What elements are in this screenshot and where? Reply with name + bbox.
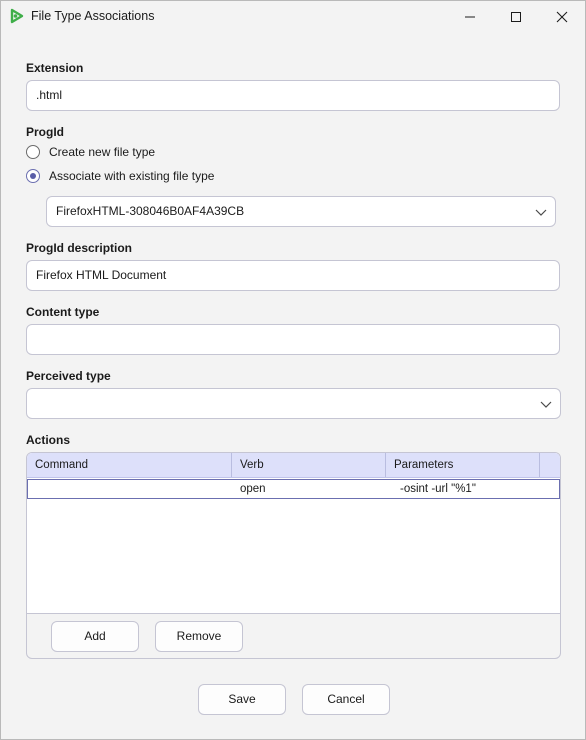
dialog-window: File Type Associations Extension .html P…	[0, 0, 586, 740]
window-title: File Type Associations	[31, 9, 155, 23]
close-button[interactable]	[539, 1, 585, 32]
minimize-icon	[465, 16, 475, 17]
radio-button-unchecked[interactable]	[26, 145, 40, 159]
actions-grid-header: Command Verb Parameters	[27, 453, 560, 478]
extension-label: Extension	[26, 61, 84, 75]
perceived-type-label: Perceived type	[26, 369, 111, 383]
cancel-button[interactable]: Cancel	[302, 684, 390, 715]
remove-action-button[interactable]: Remove	[155, 621, 243, 652]
actions-grid[interactable]: Command Verb Parameters open -osint -url…	[27, 453, 560, 614]
column-header-command[interactable]: Command	[27, 453, 232, 477]
chevron-down-icon	[535, 209, 547, 216]
cell-command	[36, 480, 226, 498]
maximize-icon	[511, 11, 521, 22]
add-action-button[interactable]: Add	[51, 621, 139, 652]
extension-input[interactable]: .html	[26, 80, 560, 111]
chevron-down-icon	[540, 401, 552, 408]
cell-parameters: -osint -url "%1"	[400, 483, 476, 495]
title-bar[interactable]: File Type Associations	[1, 1, 585, 32]
progid-label: ProgId	[26, 125, 64, 139]
radio-create-new-file-type[interactable]: Create new file type	[26, 143, 155, 161]
actions-panel: Command Verb Parameters open -osint -url…	[26, 452, 561, 659]
radio-associate-existing-file-type[interactable]: Associate with existing file type	[26, 167, 214, 185]
app-logo-icon	[9, 8, 25, 24]
radio-button-checked[interactable]	[26, 169, 40, 183]
maximize-button[interactable]	[493, 1, 539, 32]
progid-description-input[interactable]: Firefox HTML Document	[26, 260, 560, 291]
save-button[interactable]: Save	[198, 684, 286, 715]
content-type-input[interactable]	[26, 324, 560, 355]
content-type-label: Content type	[26, 305, 100, 319]
progid-selected-value: FirefoxHTML-308046B0AF4A39CB	[56, 204, 245, 218]
table-row[interactable]: open -osint -url "%1"	[27, 479, 560, 499]
radio-label: Associate with existing file type	[49, 169, 215, 183]
perceived-type-select[interactable]	[26, 388, 561, 419]
progid-description-value: Firefox HTML Document	[36, 268, 167, 282]
actions-label: Actions	[26, 433, 71, 447]
minimize-button[interactable]	[447, 1, 493, 32]
close-icon	[556, 11, 568, 22]
column-header-parameters[interactable]: Parameters	[386, 453, 540, 477]
progid-select[interactable]: FirefoxHTML-308046B0AF4A39CB	[46, 196, 556, 227]
cell-verb: open	[240, 483, 266, 495]
radio-label: Create new file type	[49, 145, 156, 159]
progid-description-label: ProgId description	[26, 241, 133, 255]
extension-value: .html	[36, 88, 63, 102]
column-header-verb[interactable]: Verb	[232, 453, 386, 477]
